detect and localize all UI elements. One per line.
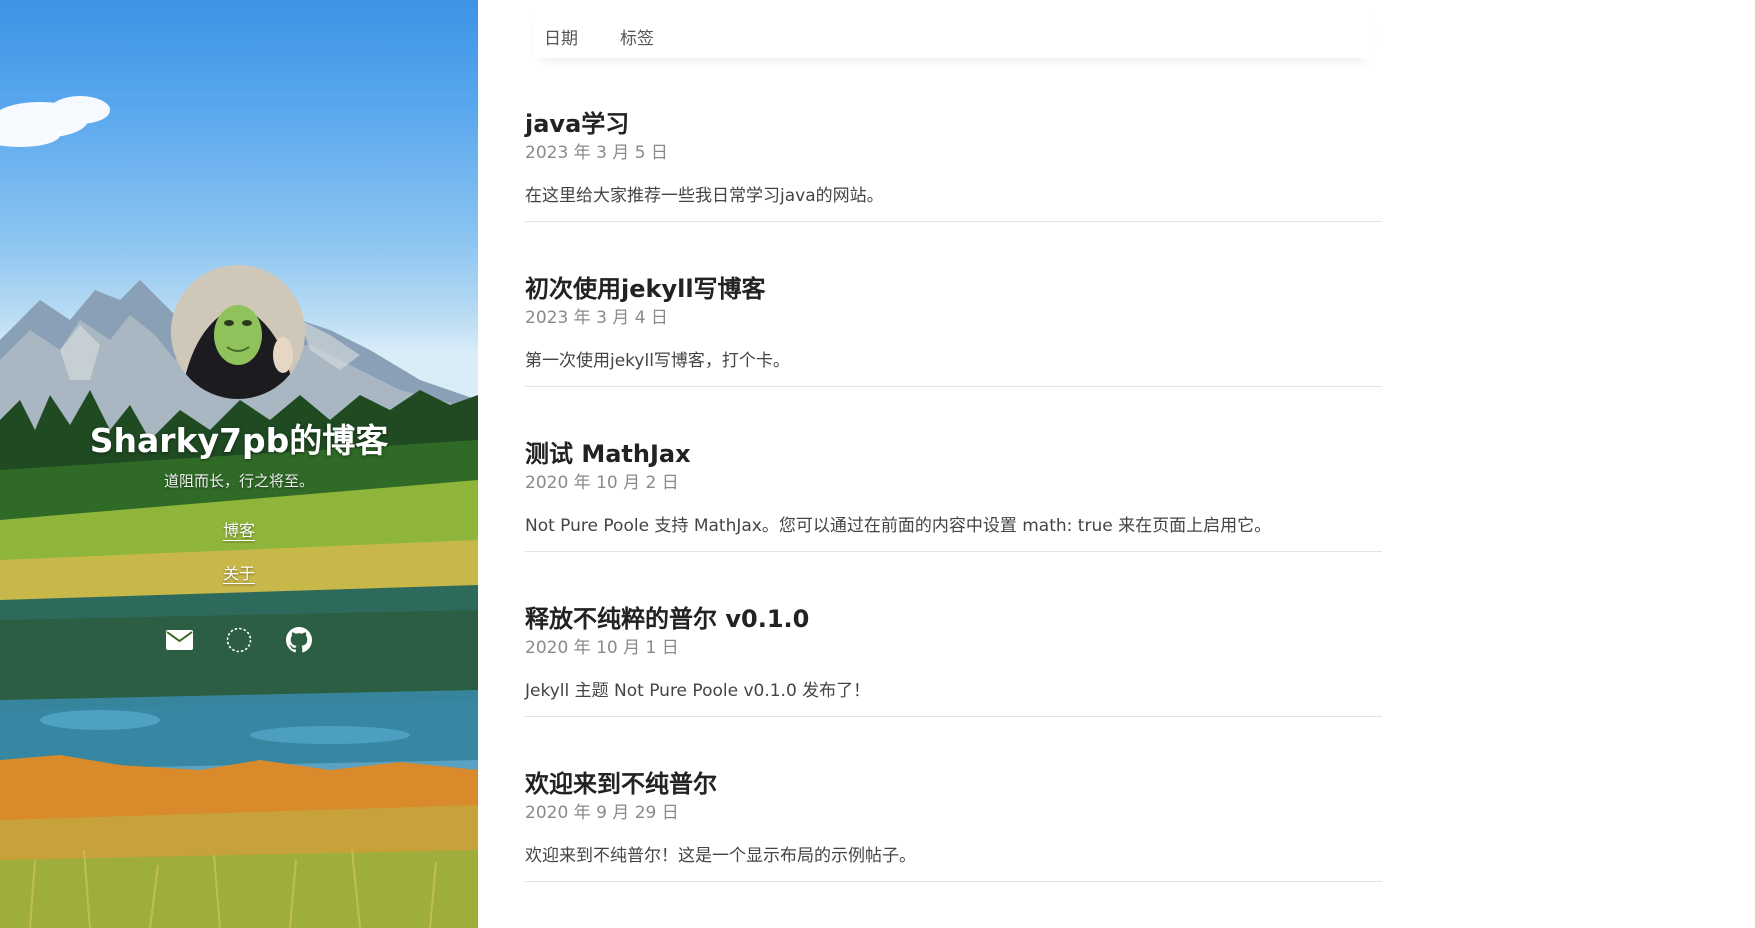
site-motto: 道阻而长，行之将至。	[163, 472, 314, 490]
sidebar-nav: 博客 关于	[0, 520, 478, 606]
post-divider	[525, 551, 1382, 552]
post-title[interactable]: 测试 MathJax	[525, 434, 691, 469]
post-item: java学习 2023 年 3 月 5 日 在这里给大家推荐一些我日常学习jav…	[525, 104, 1382, 269]
page: Sharky7pb的博客 道阻而长，行之将至。 博客 关于 日期 标签 java…	[0, 0, 1755, 928]
sidebar-nav-blog[interactable]: 博客	[0, 520, 478, 542]
post-divider	[525, 881, 1382, 882]
sidebar: Sharky7pb的博客 道阻而长，行之将至。 博客 关于	[0, 0, 478, 928]
site-title: Sharky7pb的博客	[89, 421, 389, 460]
post-date: 2020 年 10 月 2 日	[525, 473, 679, 493]
post-date: 2023 年 3 月 4 日	[525, 308, 668, 328]
post-divider	[525, 386, 1382, 387]
post-date: 2020 年 9 月 29 日	[525, 803, 679, 823]
circle-icon[interactable]	[226, 626, 253, 653]
post-item: 初次使用jekyll写博客 2023 年 3 月 4 日 第一次使用jekyll…	[525, 269, 1382, 434]
post-divider	[525, 221, 1382, 222]
post-date: 2020 年 10 月 1 日	[525, 638, 679, 658]
post-item: 欢迎来到不纯普尔 2020 年 9 月 29 日 欢迎来到不纯普尔！这是一个显示…	[525, 764, 1382, 928]
post-title[interactable]: java学习	[525, 104, 629, 139]
post-item: 释放不纯粹的普尔 v0.1.0 2020 年 10 月 1 日 Jekyll 主…	[525, 599, 1382, 764]
post-excerpt: 在这里给大家推荐一些我日常学习java的网站。	[525, 186, 884, 206]
post-excerpt: Not Pure Poole 支持 MathJax。您可以通过在前面的内容中设置…	[525, 516, 1272, 536]
profile-block: Sharky7pb的博客 道阻而长，行之将至。 博客 关于	[0, 0, 478, 928]
post-excerpt: 第一次使用jekyll写博客，打个卡。	[525, 351, 790, 371]
envelope-icon[interactable]	[165, 626, 193, 653]
post-date: 2023 年 3 月 5 日	[525, 143, 668, 163]
post-divider	[525, 716, 1382, 717]
post-item: 测试 MathJax 2020 年 10 月 2 日 Not Pure Pool…	[525, 434, 1382, 599]
github-icon[interactable]	[286, 626, 313, 653]
sidebar-nav-about[interactable]: 关于	[0, 563, 478, 585]
avatar	[171, 265, 305, 399]
post-title[interactable]: 欢迎来到不纯普尔	[525, 764, 717, 799]
post-title[interactable]: 释放不纯粹的普尔 v0.1.0	[525, 599, 809, 634]
post-title[interactable]: 初次使用jekyll写博客	[525, 269, 766, 304]
top-nav-tags[interactable]: 标签	[620, 24, 654, 49]
post-excerpt: 欢迎来到不纯普尔！这是一个显示布局的示例帖子。	[525, 846, 916, 866]
top-nav-date[interactable]: 日期	[544, 24, 578, 49]
post-excerpt: Jekyll 主题 Not Pure Poole v0.1.0 发布了！	[525, 681, 871, 701]
social-links	[0, 626, 478, 653]
post-list: java学习 2023 年 3 月 5 日 在这里给大家推荐一些我日常学习jav…	[525, 104, 1382, 928]
top-nav: 日期 标签	[534, 0, 1372, 58]
